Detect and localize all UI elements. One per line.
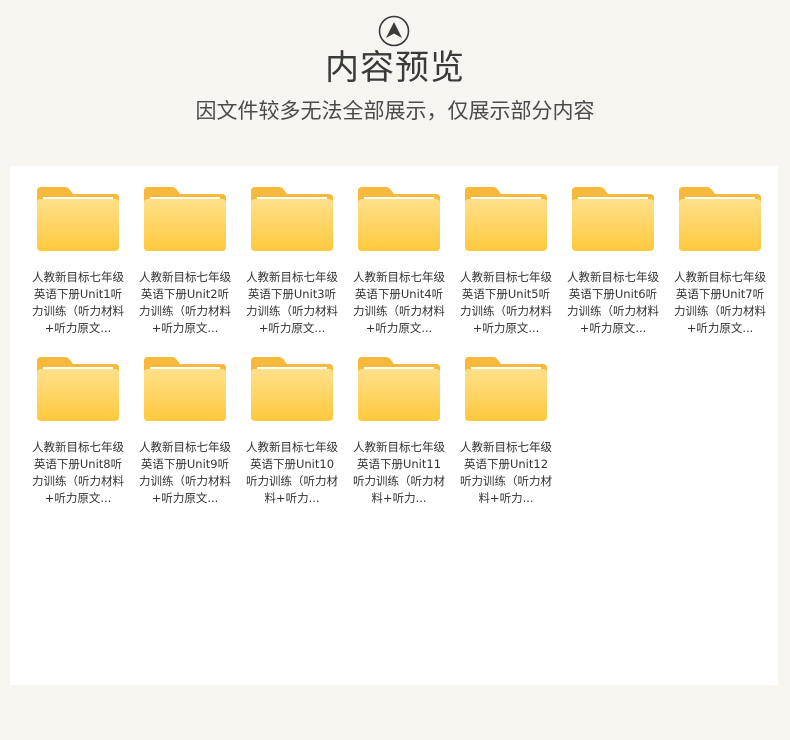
file-name: 人教新目标七年级英语下册Unit9听力训练（听力材料+听力原文... [139,440,231,505]
file-name: 人教新目标七年级英语下册Unit6听力训练（听力材料+听力原文... [567,270,659,335]
page-title: 内容预览 [325,48,465,88]
folder-icon [465,357,547,421]
file-item[interactable]: 人教新目标七年级英语下册Unit8听力训练（听力材料+听力原文... [28,351,135,521]
file-item[interactable]: 人教新目标七年级英语下册Unit3听力训练（听力材料+听力原文... [242,181,349,351]
file-name: 人教新目标七年级英语下册Unit4听力训练（听力材料+听力原文... [353,270,445,335]
file-name: 人教新目标七年级英语下册Unit1听力训练（听力材料+听力原文... [32,270,124,335]
folder-icon [37,187,119,251]
file-item[interactable]: 人教新目标七年级英语下册Unit9听力训练（听力材料+听力原文... [135,351,242,521]
file-item[interactable]: 人教新目标七年级英语下册Unit12听力训练（听力材料+听力... [456,351,563,521]
file-name: 人教新目标七年级英语下册Unit7听力训练（听力材料+听力原文... [674,270,766,335]
folder-icon [251,187,333,251]
folder-icon [358,357,440,421]
file-grid: 人教新目标七年级英语下册Unit1听力训练（听力材料+听力原文... 人教新目标… [28,181,778,521]
folder-icon [144,357,226,421]
page-subtitle: 因文件较多无法全部展示，仅展示部分内容 [195,99,595,123]
folder-icon [679,187,761,251]
file-name: 人教新目标七年级英语下册Unit11听力训练（听力材料+听力... [353,440,445,505]
file-item[interactable]: 人教新目标七年级英语下册Unit2听力训练（听力材料+听力原文... [135,181,242,351]
file-item[interactable]: 人教新目标七年级英语下册Unit10听力训练（听力材料+听力... [242,351,349,521]
file-preview-panel: 人教新目标七年级英语下册Unit1听力训练（听力材料+听力原文... 人教新目标… [10,166,778,685]
file-item[interactable]: 人教新目标七年级英语下册Unit4听力训练（听力材料+听力原文... [349,181,456,351]
file-name: 人教新目标七年级英语下册Unit10听力训练（听力材料+听力... [246,440,338,505]
file-name: 人教新目标七年级英语下册Unit2听力训练（听力材料+听力原文... [139,270,231,335]
file-name: 人教新目标七年级英语下册Unit5听力训练（听力材料+听力原文... [460,270,552,335]
file-item[interactable]: 人教新目标七年级英语下册Unit5听力训练（听力材料+听力原文... [456,181,563,351]
collapse-up-icon[interactable] [378,15,410,47]
folder-icon [572,187,654,251]
folder-icon [144,187,226,251]
preview-header: 内容预览 因文件较多无法全部展示，仅展示部分内容 [0,0,790,165]
file-item[interactable]: 人教新目标七年级英语下册Unit6听力训练（听力材料+听力原文... [563,181,670,351]
file-item[interactable]: 人教新目标七年级英语下册Unit11听力训练（听力材料+听力... [349,351,456,521]
file-name: 人教新目标七年级英语下册Unit3听力训练（听力材料+听力原文... [246,270,338,335]
folder-icon [358,187,440,251]
file-name: 人教新目标七年级英语下册Unit8听力训练（听力材料+听力原文... [32,440,124,505]
file-item[interactable]: 人教新目标七年级英语下册Unit7听力训练（听力材料+听力原文... [670,181,777,351]
folder-icon [251,357,333,421]
file-item[interactable]: 人教新目标七年级英语下册Unit1听力训练（听力材料+听力原文... [28,181,135,351]
file-name: 人教新目标七年级英语下册Unit12听力训练（听力材料+听力... [460,440,552,505]
folder-icon [37,357,119,421]
folder-icon [465,187,547,251]
